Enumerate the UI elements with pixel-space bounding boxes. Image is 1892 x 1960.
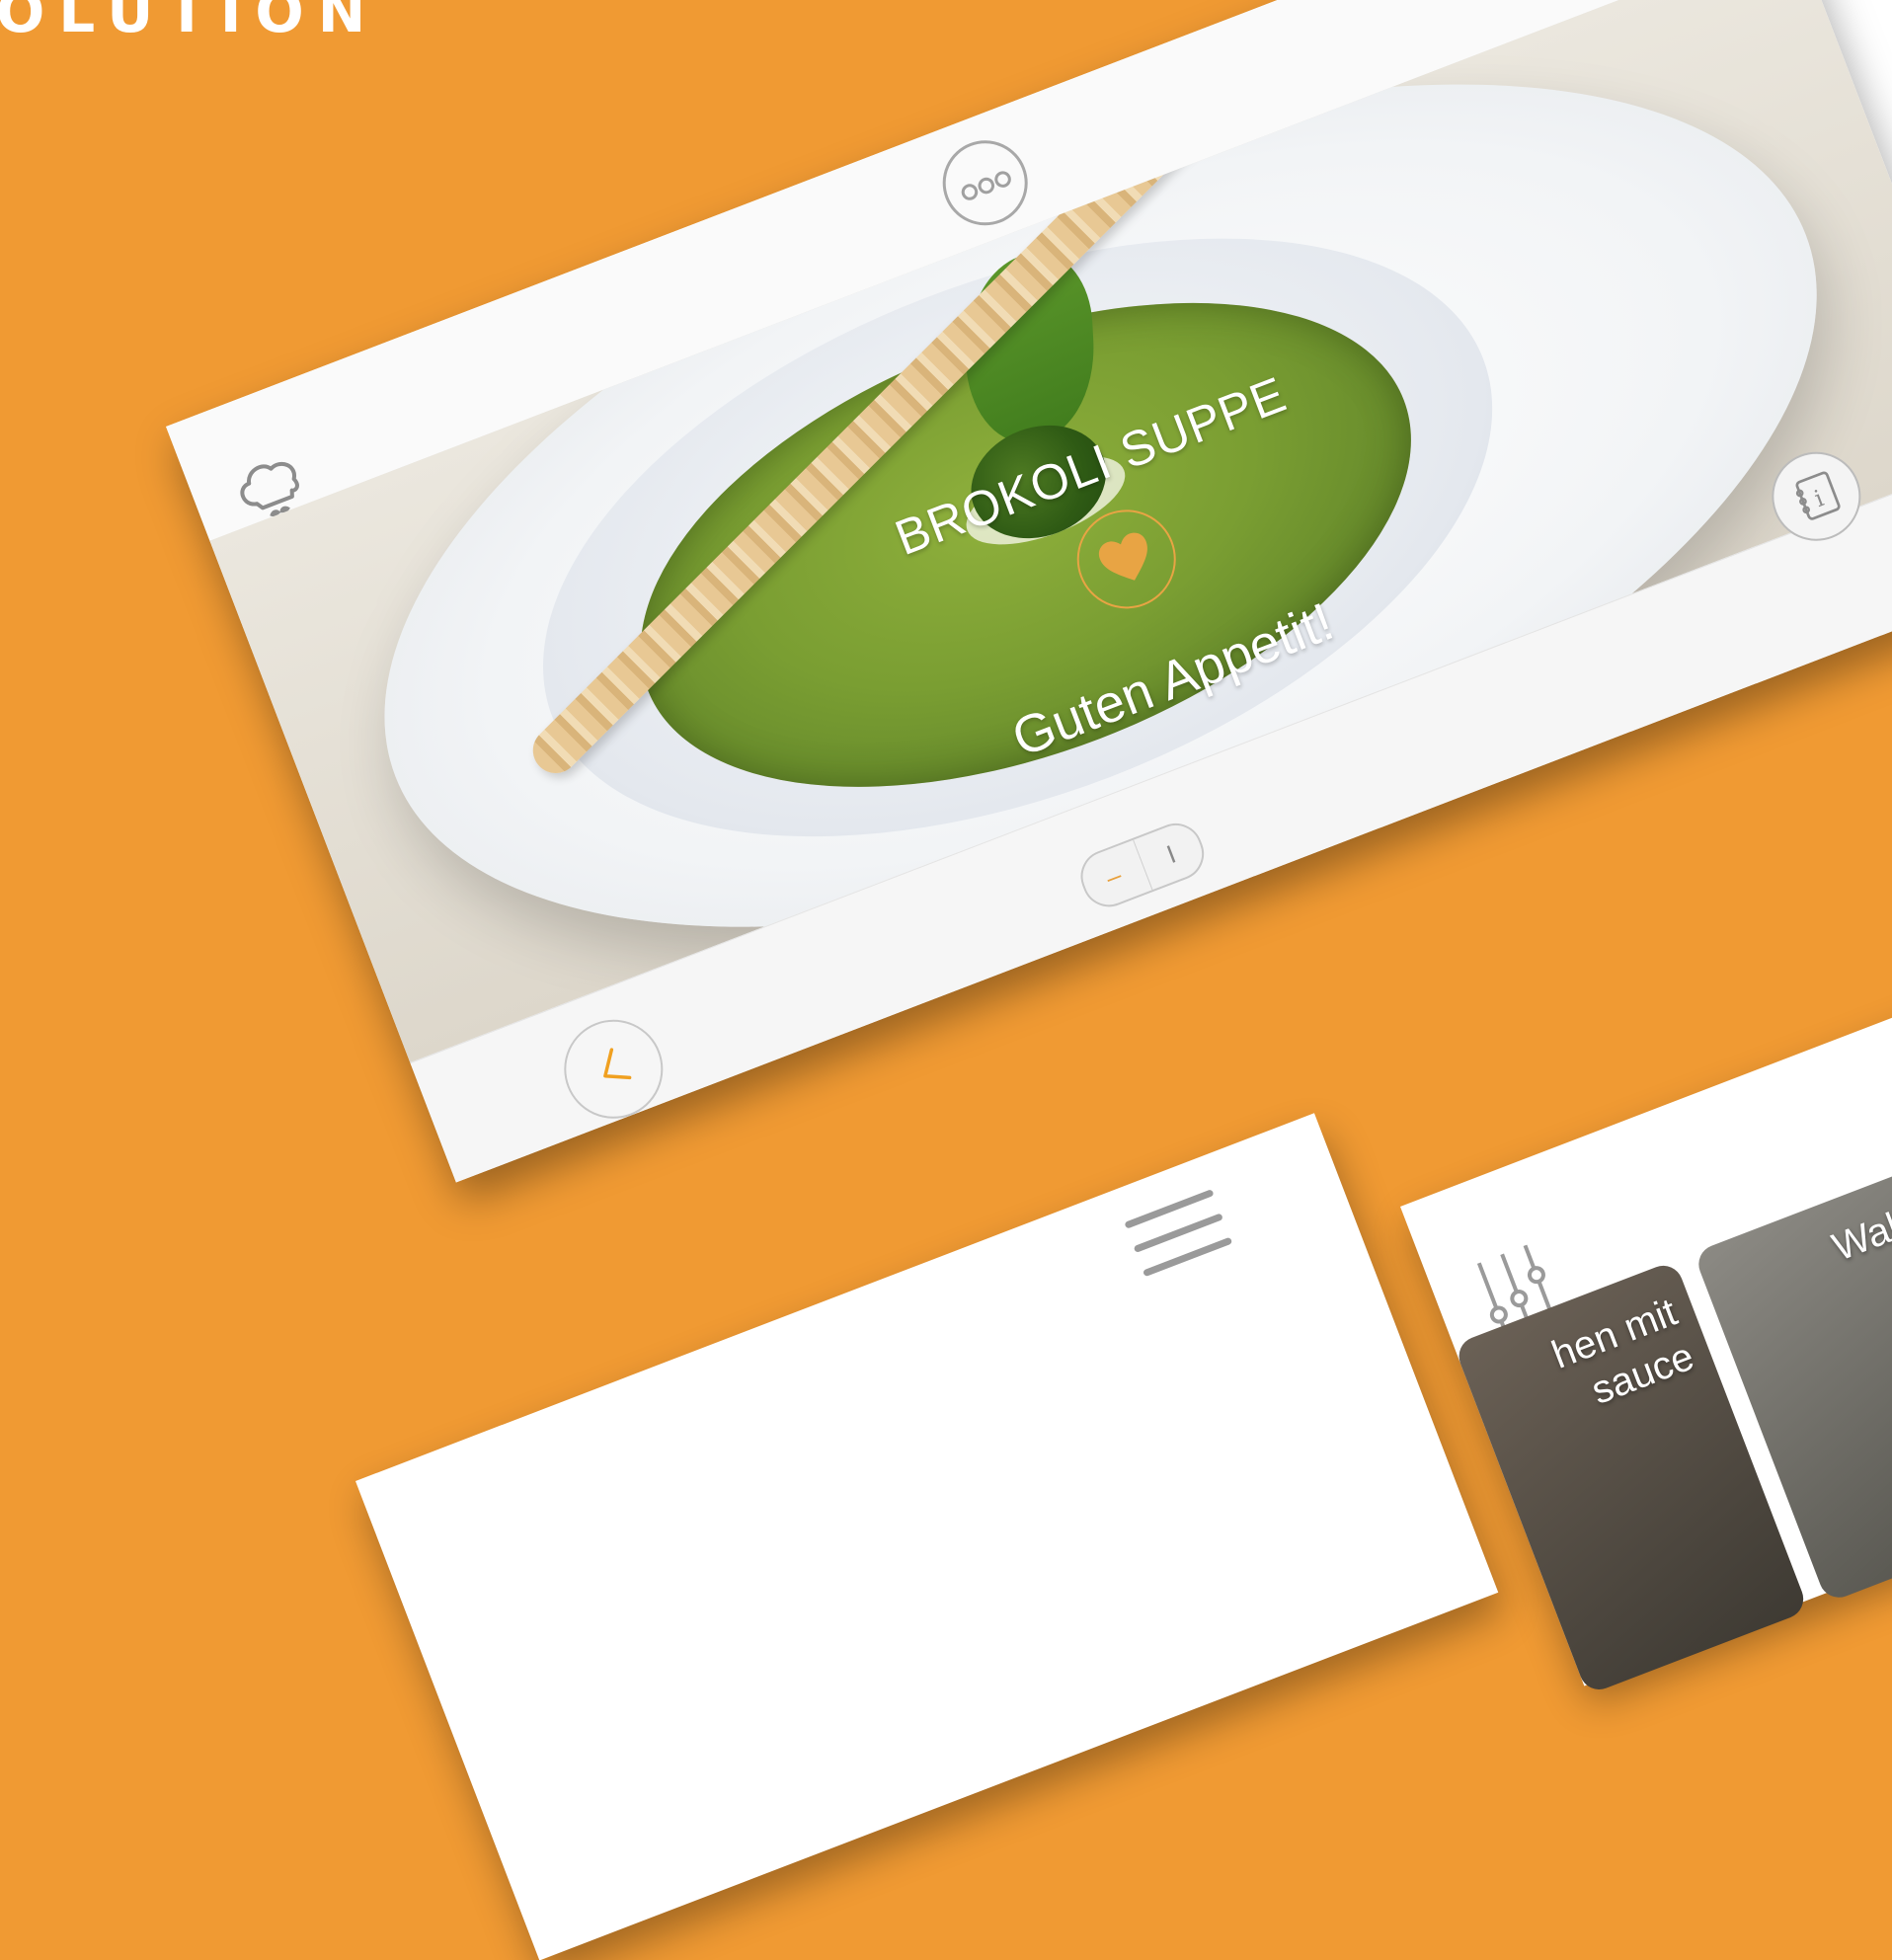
heart-icon	[1098, 532, 1147, 581]
hamburger-menu-icon[interactable]	[1122, 1185, 1234, 1282]
page-heading: OLUTION	[0, 0, 380, 45]
screen-lower-left	[355, 1113, 1499, 1960]
more-dots-icon[interactable]	[930, 127, 1041, 238]
svg-text:i: i	[1811, 484, 1828, 512]
recipe-screen: BROKOLI SUPPE Guten Appetit! i – I	[166, 0, 1892, 1183]
recipe-card-label: Walnuss S Nud	[1826, 1175, 1892, 1270]
